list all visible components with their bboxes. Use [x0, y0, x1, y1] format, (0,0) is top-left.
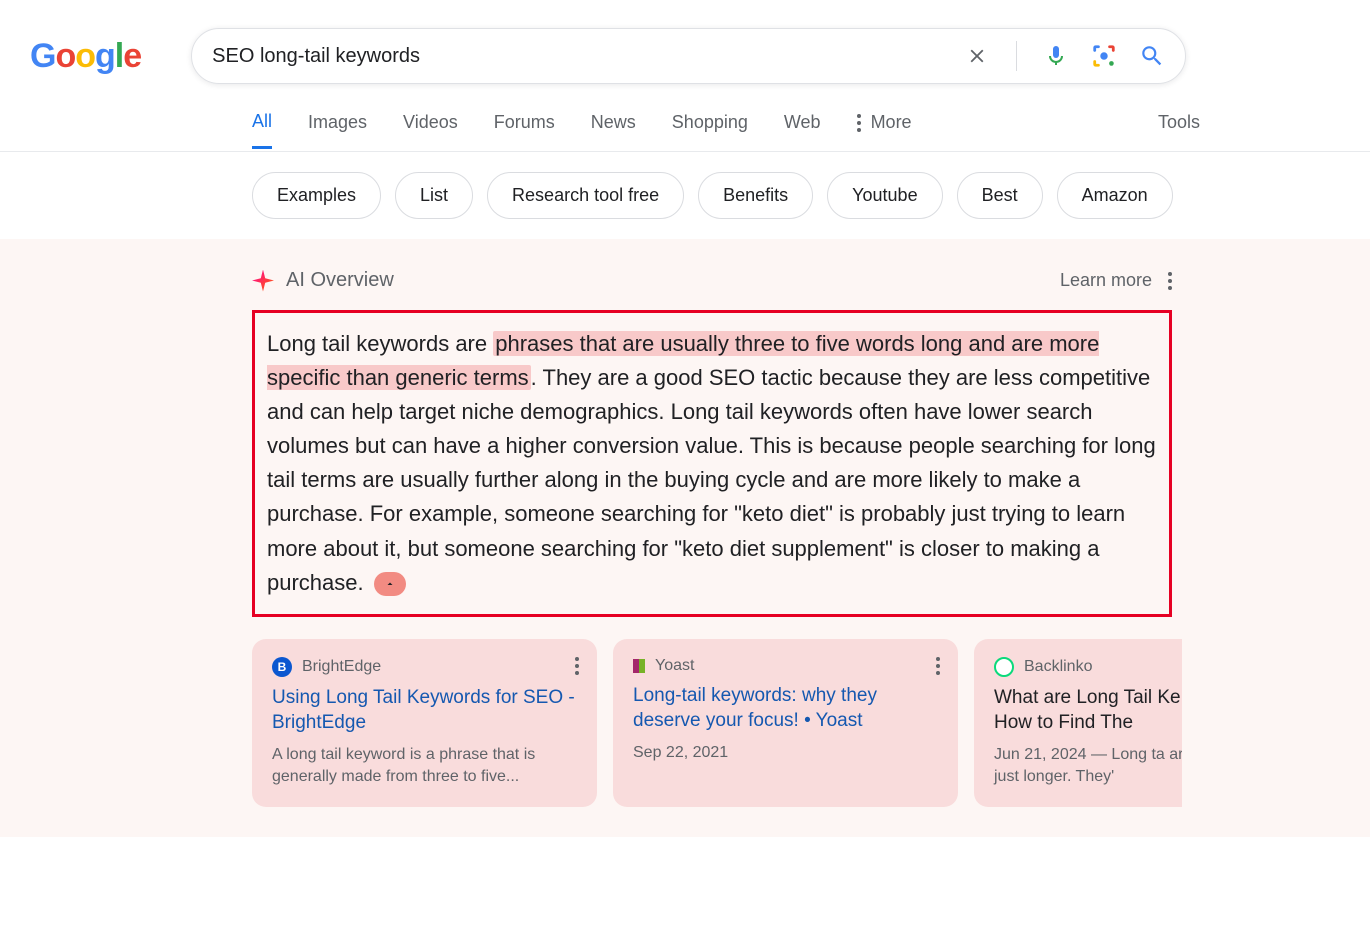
- card-title: What are Long Tail Ke And How to Find Th…: [994, 685, 1182, 736]
- card-snippet: Sep 22, 2021: [633, 742, 938, 764]
- tab-forums[interactable]: Forums: [494, 98, 555, 147]
- tools-button[interactable]: Tools: [1158, 98, 1200, 147]
- source-name: Yoast: [655, 657, 694, 675]
- favicon-brightedge: B: [272, 657, 292, 677]
- search-input[interactable]: [212, 45, 964, 68]
- more-dots-icon: [857, 114, 861, 132]
- card-snippet: A long tail keyword is a phrase that is …: [272, 744, 577, 789]
- source-card-brightedge[interactable]: B BrightEdge Using Long Tail Keywords fo…: [252, 639, 597, 807]
- chip-benefits[interactable]: Benefits: [698, 172, 813, 219]
- favicon-yoast: [633, 659, 645, 673]
- tab-all[interactable]: All: [252, 97, 272, 149]
- chip-youtube[interactable]: Youtube: [827, 172, 942, 219]
- tab-web[interactable]: Web: [784, 98, 821, 147]
- learn-more-link[interactable]: Learn more: [1060, 270, 1152, 291]
- tab-videos[interactable]: Videos: [403, 98, 458, 147]
- lens-icon[interactable]: [1091, 43, 1117, 69]
- ai-overview: AI Overview Learn more Long tail keyword…: [0, 239, 1370, 837]
- favicon-backlinko: [994, 657, 1014, 677]
- search-bar[interactable]: [191, 28, 1186, 84]
- tab-more[interactable]: More: [857, 98, 912, 147]
- google-logo[interactable]: Google: [30, 37, 141, 76]
- divider: [1016, 41, 1017, 71]
- source-card-yoast[interactable]: Yoast Long-tail keywords: why they deser…: [613, 639, 958, 807]
- tab-shopping[interactable]: Shopping: [672, 98, 748, 147]
- ai-overview-title: AI Overview: [286, 269, 394, 292]
- chip-amazon[interactable]: Amazon: [1057, 172, 1173, 219]
- card-menu-icon[interactable]: [575, 657, 579, 675]
- card-title: Long-tail keywords: why they deserve you…: [633, 683, 938, 734]
- tab-images[interactable]: Images: [308, 98, 367, 147]
- collapse-button[interactable]: [374, 572, 406, 596]
- sparkle-icon: [252, 270, 274, 292]
- source-card-backlinko[interactable]: Backlinko What are Long Tail Ke And How …: [974, 639, 1182, 807]
- mic-icon[interactable]: [1043, 43, 1069, 69]
- source-name: Backlinko: [1024, 658, 1092, 676]
- ai-overview-text: Long tail keywords are phrases that are …: [252, 310, 1172, 617]
- chip-examples[interactable]: Examples: [252, 172, 381, 219]
- card-menu-icon[interactable]: [936, 657, 940, 675]
- ai-menu-icon[interactable]: [1168, 272, 1172, 290]
- search-tabs: All Images Videos Forums News Shopping W…: [0, 94, 1370, 152]
- card-snippet: Jun 21, 2024 — Long ta aren't just longe…: [994, 744, 1182, 789]
- related-chips: Examples List Research tool free Benefit…: [0, 152, 1370, 239]
- chip-list[interactable]: List: [395, 172, 473, 219]
- source-cards: B BrightEdge Using Long Tail Keywords fo…: [252, 639, 1182, 807]
- tab-news[interactable]: News: [591, 98, 636, 147]
- chip-best[interactable]: Best: [957, 172, 1043, 219]
- chip-research-tool-free[interactable]: Research tool free: [487, 172, 684, 219]
- card-title: Using Long Tail Keywords for SEO - Brigh…: [272, 685, 577, 736]
- search-icon[interactable]: [1139, 43, 1165, 69]
- source-name: BrightEdge: [302, 658, 381, 676]
- clear-icon[interactable]: [964, 43, 990, 69]
